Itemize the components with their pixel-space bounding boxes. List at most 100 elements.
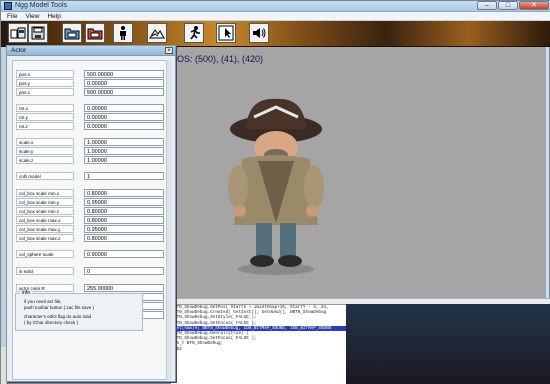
prop-value[interactable]: 1 [84, 172, 164, 180]
sound-button[interactable] [249, 23, 269, 43]
prop-colbox-max-y: col_box scale max.y 0.95000 [16, 225, 164, 233]
prop-label: is edict [16, 267, 74, 275]
menu-file[interactable]: File [7, 12, 17, 20]
run-icon [190, 26, 200, 40]
actor-close-button[interactable]: × [165, 47, 173, 54]
info-line: if you need act file, [24, 299, 62, 304]
title-bar: Ngg Model Tools – □ ✕ [1, 1, 550, 12]
open-icon [10, 27, 26, 39]
prop-colbox-max-z: col_box scale max.z 0.80000 [16, 234, 164, 242]
prop-pos-z: pos.z 500.00000 [16, 88, 164, 96]
pointer-button[interactable] [216, 23, 236, 43]
speaker-icon [253, 28, 266, 38]
maximize-button[interactable]: □ [498, 1, 518, 10]
prop-colli-model: colli model 1 [16, 172, 164, 180]
prop-value[interactable]: 0 [84, 267, 164, 275]
prop-value[interactable]: 500.00000 [84, 88, 164, 96]
prop-is-edict: is edict 0 [16, 267, 164, 275]
prop-rot-z: rot.z 0.00000 [16, 122, 164, 130]
info-legend: info [20, 290, 33, 296]
3d-viewport[interactable] [176, 47, 546, 302]
background-desktop [346, 304, 550, 384]
prop-value[interactable]: 1.00000 [84, 138, 164, 146]
prop-label: col_sphere scale [16, 250, 74, 258]
prop-label: rot.z [16, 122, 74, 130]
person-button[interactable] [113, 23, 133, 43]
folder-open-icon [64, 28, 80, 40]
prop-label: col_box scale max.y [16, 225, 74, 233]
prop-label: rot.y [16, 113, 74, 121]
open-button[interactable] [8, 23, 28, 43]
prop-value[interactable]: 1.00000 [84, 147, 164, 155]
info-line: push toolbar button (.zac file save ) [24, 305, 95, 310]
folder-save-icon [87, 28, 103, 40]
prop-colbox-min-y: col_box scale min.y 0.95000 [16, 198, 164, 206]
prop-value[interactable]: 0.80000 [84, 207, 164, 215]
prop-label: pos.x [16, 70, 74, 78]
debug-console[interactable]: BTN_ShowDebug.SetPos( StartX + iWidthGap… [171, 304, 346, 384]
info-box: info if you need act file, push toolbar … [15, 290, 143, 331]
prop-label: col_box scale max.z [16, 234, 74, 242]
run-button[interactable] [184, 23, 204, 43]
prop-colbox-min-x: col_box scale min.x 0.80000 [16, 189, 164, 197]
prop-label: pos.z [16, 88, 74, 96]
app-icon [4, 2, 12, 10]
prop-scale-z: scale.z 1.00000 [16, 156, 164, 164]
prop-pos-x: pos.x 500.00000 [16, 70, 164, 78]
prop-pos-y: pos.y 0.00000 [16, 79, 164, 87]
folder-save-button[interactable] [85, 23, 105, 43]
minimize-button[interactable]: – [477, 1, 497, 10]
actor-title-bar[interactable]: Actor × [7, 46, 175, 56]
prop-rot-y: rot.y 0.00000 [16, 113, 164, 121]
prop-value[interactable]: 0.00000 [84, 122, 164, 130]
prop-colbox-max-x: col_box scale max.x 0.80000 [16, 216, 164, 224]
save-icon [31, 26, 45, 40]
folder-open-button[interactable] [62, 23, 82, 43]
prop-color-r: actor color.R 255.00000 [16, 284, 164, 292]
actor-title: Actor [11, 47, 27, 54]
prop-value[interactable]: 0.90000 [84, 250, 164, 258]
prop-label: scale.y [16, 147, 74, 155]
prop-colbox-min-z: col_box scale min.z 0.80000 [16, 207, 164, 215]
prop-value[interactable]: 0.80000 [84, 216, 164, 224]
save-button[interactable] [28, 23, 48, 43]
close-button[interactable]: ✕ [519, 1, 549, 10]
menu-bar: File View Help [1, 12, 550, 21]
position-readout: OS: (500), (41), (420) [177, 54, 264, 64]
toolbar [1, 21, 550, 47]
terrain-button[interactable] [147, 23, 167, 43]
info-line: character's edict flag do auto load [24, 314, 92, 319]
person-icon [120, 26, 126, 40]
menu-view[interactable]: View [25, 12, 39, 20]
prop-label: col_box scale max.x [16, 216, 74, 224]
window-title: Ngg Model Tools [15, 2, 68, 9]
prop-value[interactable]: 0.80000 [84, 189, 164, 197]
prop-label: col_box scale min.y [16, 198, 74, 206]
prop-label: col_box scale min.x [16, 189, 74, 197]
prop-value[interactable]: 0.95000 [84, 225, 164, 233]
prop-value[interactable]: 1.00000 [84, 156, 164, 164]
prop-value[interactable]: 0.00000 [84, 113, 164, 121]
prop-label: scale.z [16, 156, 74, 164]
prop-label: colli model [16, 172, 74, 180]
prop-label: rot.x [16, 104, 74, 112]
prop-col-sphere-scale: col_sphere scale 0.90000 [16, 250, 164, 258]
prop-value[interactable]: 0.00000 [84, 104, 164, 112]
prop-label: pos.y [16, 79, 74, 87]
prop-value[interactable]: 0.95000 [84, 198, 164, 206]
prop-value[interactable]: 255.00000 [84, 284, 164, 292]
prop-value[interactable]: 0.80000 [84, 234, 164, 242]
prop-scale-y: scale.y 1.00000 [16, 147, 164, 155]
prop-value[interactable]: 0.00000 [84, 79, 164, 87]
console-line: 252 [174, 346, 182, 352]
pointer-icon [218, 25, 234, 41]
prop-label: scale.x [16, 138, 74, 146]
menu-help[interactable]: Help [47, 12, 60, 20]
mountain-icon [149, 29, 165, 39]
prop-rot-x: rot.x 0.00000 [16, 104, 164, 112]
main-window: Ngg Model Tools – □ ✕ File View Help OS:… [0, 0, 550, 384]
info-line: ( by \Char directory check ) [24, 320, 79, 325]
actor-scrollbar[interactable] [166, 60, 172, 380]
character-model [228, 98, 324, 275]
prop-value[interactable]: 500.00000 [84, 70, 164, 78]
